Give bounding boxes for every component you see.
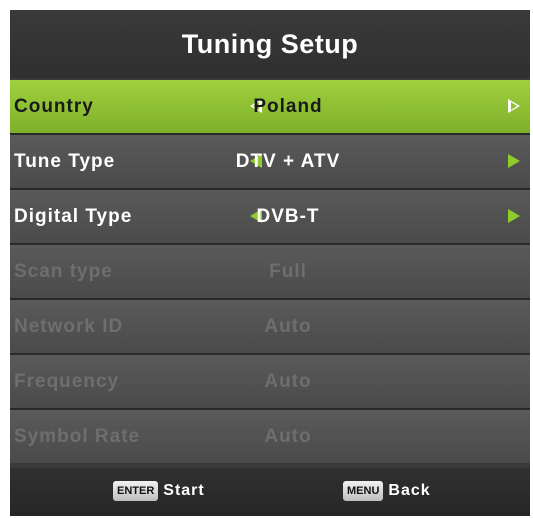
menu-row-frequency: Frequency Auto [10,355,530,408]
row-label: Frequency [14,371,120,392]
menu-back-hint: MENU Back [343,480,431,502]
menu-row-network-id: Network ID Auto [10,300,530,353]
row-value: DVB-T [256,206,320,227]
enter-key-icon: ENTER [113,481,159,501]
footer-bar: ENTER Start MENU Back [10,468,530,516]
start-label: Start [163,482,205,499]
menu-row-scan-type: Scan type Full [10,245,530,298]
row-label: Tune Type [14,151,116,172]
arrow-right-icon[interactable] [508,99,520,113]
row-value: Full [269,261,307,282]
arrow-right-icon[interactable] [508,209,520,223]
menu-row-symbol-rate: Symbol Rate Auto [10,410,530,463]
enter-start-hint: ENTER Start [113,480,205,502]
row-label: Scan type [14,261,113,282]
menu-row-digital-type[interactable]: Digital Type DVB-T [10,190,530,243]
row-value: Auto [264,426,312,447]
back-label: Back [388,482,431,499]
row-value: Auto [264,371,312,392]
menu-row-tune-type[interactable]: Tune Type DTV + ATV [10,135,530,188]
row-value: DTV + ATV [235,151,341,172]
arrow-right-icon[interactable] [508,154,520,168]
row-label: Digital Type [14,206,133,227]
menu-row-country[interactable]: Country Poland [10,80,530,133]
menu-key-icon: MENU [343,481,384,501]
row-value: Poland [253,96,323,117]
row-label: Network ID [14,316,124,337]
row-value: Auto [264,316,312,337]
menu-title: Tuning Setup [10,10,530,78]
tuning-setup-panel: Tuning Setup Country Poland Tune Type DT… [10,10,530,516]
row-label: Symbol Rate [14,426,141,447]
row-label: Country [14,96,94,117]
